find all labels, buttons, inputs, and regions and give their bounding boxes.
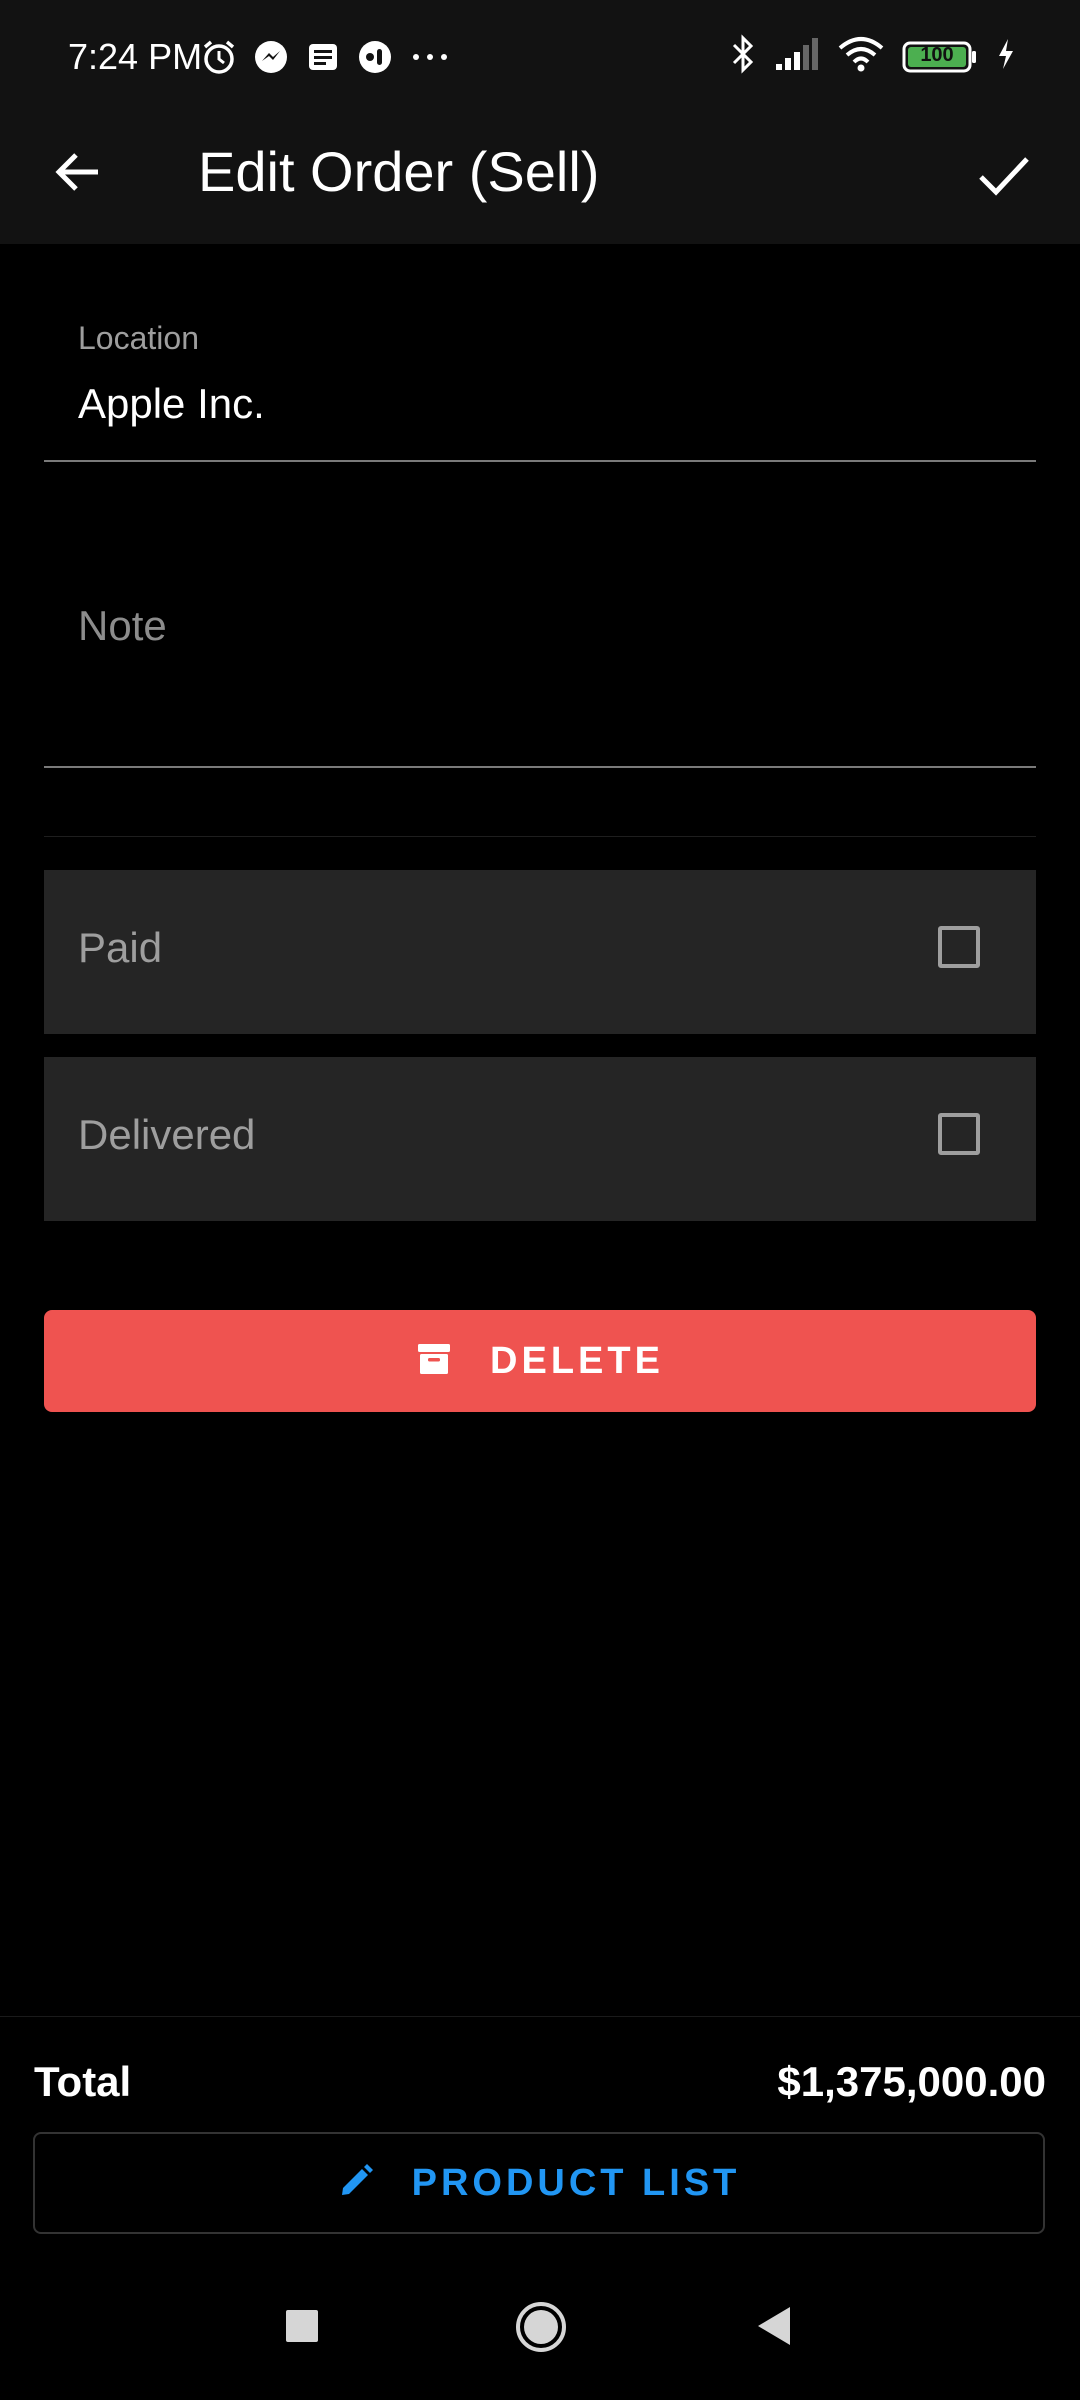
home-button[interactable] bbox=[514, 2300, 568, 2359]
messenger-icon bbox=[252, 38, 290, 81]
location-underline bbox=[44, 460, 1036, 462]
check-icon bbox=[977, 149, 1031, 208]
notes-icon bbox=[304, 38, 342, 81]
delete-label: DELETE bbox=[490, 1339, 664, 1382]
charging-icon bbox=[996, 37, 1016, 76]
assistant-icon bbox=[356, 38, 394, 81]
home-circle-icon bbox=[514, 2302, 568, 2358]
paid-label: Paid bbox=[78, 924, 163, 971]
paid-row[interactable]: Paid bbox=[44, 870, 1036, 1034]
paid-checkbox[interactable] bbox=[938, 926, 980, 968]
battery-icon: 100 bbox=[902, 40, 978, 74]
status-right-icons: 100 bbox=[730, 34, 1016, 79]
recents-button[interactable] bbox=[284, 2308, 320, 2349]
app-bar: Edit Order (Sell) bbox=[0, 118, 1080, 244]
archive-icon bbox=[416, 1341, 452, 1382]
bluetooth-icon bbox=[730, 34, 756, 79]
note-underline bbox=[44, 766, 1036, 768]
note-placeholder: Note bbox=[78, 602, 167, 649]
back-triangle-icon bbox=[754, 2307, 794, 2352]
pencil-icon bbox=[338, 2163, 374, 2204]
page-title: Edit Order (Sell) bbox=[198, 140, 600, 203]
back-button[interactable] bbox=[46, 142, 110, 206]
product-list-button[interactable]: PRODUCT LIST bbox=[33, 2132, 1045, 2234]
location-label: Location bbox=[78, 320, 199, 356]
divider bbox=[44, 836, 1036, 837]
delivered-checkbox[interactable] bbox=[938, 1113, 980, 1155]
more-dots-icon bbox=[408, 38, 452, 81]
total-label: Total bbox=[34, 2058, 132, 2105]
wifi-icon bbox=[838, 36, 884, 77]
save-button[interactable] bbox=[968, 142, 1040, 214]
status-time: 7:24 PM bbox=[68, 36, 203, 77]
location-value[interactable]: Apple Inc. bbox=[78, 380, 265, 428]
location-field[interactable]: Location Apple Inc. bbox=[44, 300, 1036, 464]
system-nav-bar bbox=[0, 2260, 1080, 2400]
delivered-row[interactable]: Delivered bbox=[44, 1057, 1036, 1221]
delete-button[interactable]: DELETE bbox=[44, 1310, 1036, 1412]
total-value: $1,375,000.00 bbox=[777, 2058, 1046, 2105]
product-list-label: PRODUCT LIST bbox=[411, 2161, 741, 2204]
nav-back-button[interactable] bbox=[754, 2304, 794, 2353]
status-bar: 7:24 PM 100 bbox=[0, 0, 1080, 118]
arrow-back-icon bbox=[52, 146, 104, 203]
recents-square-icon bbox=[284, 2310, 320, 2348]
battery-level: 100 bbox=[920, 43, 954, 66]
note-field[interactable]: Note bbox=[44, 560, 1036, 770]
alarm-icon bbox=[200, 38, 238, 81]
signal-icon bbox=[774, 36, 820, 77]
footer-divider bbox=[0, 2016, 1080, 2017]
delivered-label: Delivered bbox=[78, 1111, 256, 1158]
status-left-icons bbox=[200, 38, 452, 81]
